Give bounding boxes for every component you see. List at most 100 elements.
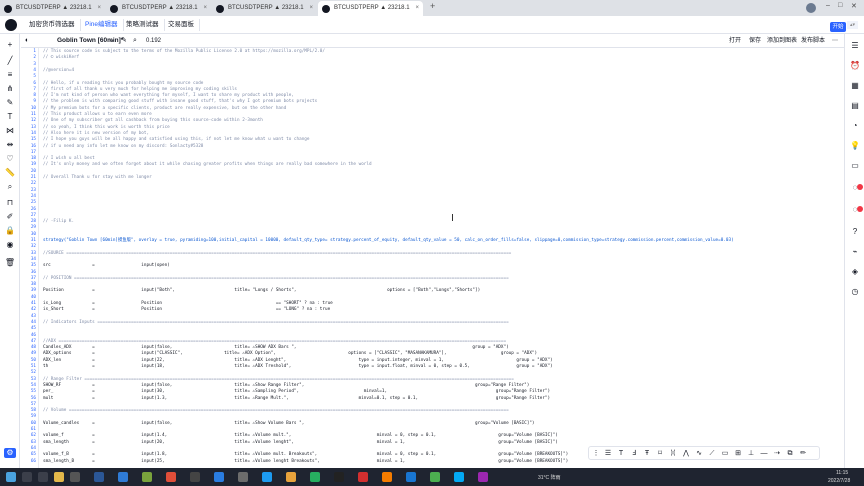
code-line[interactable]: strategy("Goblin Town [60min]摸鱼版", overl… — [43, 238, 734, 245]
add-to-chart-button[interactable]: 添加到图表 — [767, 36, 797, 46]
app-icon[interactable] — [238, 472, 248, 482]
app-icon[interactable] — [478, 472, 488, 482]
code-line[interactable]: sma_length = input(20, title= ⚠Volume le… — [43, 440, 558, 447]
watchlist-icon[interactable]: ☰ — [849, 40, 861, 51]
app-icon[interactable] — [382, 472, 392, 482]
app-icon[interactable] — [70, 472, 80, 482]
trend-line-icon[interactable]: ╱ — [4, 56, 16, 66]
file-explorer-icon[interactable] — [54, 472, 64, 482]
search-taskbar-icon[interactable] — [22, 472, 32, 482]
code-line[interactable]: mult = input(1.3, title= ⚠Range Mult.", … — [43, 396, 550, 403]
horizontal-lines-icon[interactable]: ≡ — [4, 70, 16, 80]
rectangle-icon[interactable]: ▭ — [720, 449, 730, 459]
tradingview-logo-icon[interactable] — [5, 19, 17, 31]
arrow-icon[interactable]: ⇢ — [772, 449, 782, 459]
close-window-icon[interactable]: ✕ — [851, 2, 857, 10]
code-line[interactable]: th = input(18, title= ⚠ADX Treshold", ty… — [43, 364, 553, 371]
lock-icon[interactable]: 🔒 — [4, 226, 16, 236]
heart-icon[interactable]: ♡ — [4, 154, 16, 164]
clock-date[interactable]: 2022/7/28 — [828, 478, 850, 484]
code-line[interactable]: // Overall Thank u for stay with me long… — [43, 175, 152, 182]
ideas-icon[interactable]: 💡 — [849, 140, 861, 151]
app-icon[interactable] — [166, 472, 176, 482]
version-label[interactable]: 0.192 — [146, 36, 161, 46]
browser-tab-1[interactable]: BTCUSDTPERP ▲ 23218.1 × — [0, 1, 105, 16]
browser-tab-2[interactable]: BTCUSDTPERP ▲ 23218.1 × — [106, 1, 211, 16]
code-line[interactable]: // POSITION ============================… — [43, 276, 509, 283]
pencil-icon[interactable]: ✏ — [798, 449, 808, 459]
text-label-icon[interactable]: Ŧ — [642, 449, 652, 459]
note-icon[interactable]: ⌑ — [655, 449, 665, 459]
draw-mode-icon[interactable]: ✐ — [4, 212, 16, 222]
app-icon[interactable] — [334, 472, 344, 482]
trash-icon[interactable]: 🗑 — [4, 258, 16, 268]
tab-pine-editor[interactable]: Pine编辑器 — [80, 19, 124, 31]
code-line[interactable]: // This source code is subject to the te… — [43, 49, 325, 56]
text-icon[interactable]: T — [616, 449, 626, 459]
code-line[interactable]: //@version=4 — [43, 68, 74, 75]
gauge-icon[interactable]: ◷ — [849, 286, 861, 297]
code-line[interactable]: //SOURCE ===============================… — [43, 251, 511, 258]
dropdown-chevron-icon[interactable]: ⌄ — [109, 36, 115, 46]
code-line[interactable]: Position = input("Both", title= "Longs /… — [43, 288, 480, 295]
close-icon[interactable]: × — [203, 1, 207, 16]
app-icon[interactable] — [406, 472, 416, 482]
app-icon[interactable] — [142, 472, 152, 482]
notifications-icon[interactable]: ◌ — [849, 204, 861, 215]
drag-handle-icon[interactable]: ⋮ — [591, 449, 601, 459]
close-icon[interactable]: × — [309, 1, 313, 16]
new-tab-button[interactable]: + — [430, 1, 435, 11]
horizontal-line-icon[interactable]: — — [759, 449, 769, 459]
measure-icon[interactable]: ⇹ — [4, 140, 16, 150]
code-line[interactable]: is_Short = Position == "LONG" ? na : tru… — [43, 307, 330, 314]
code-line[interactable]: src = input(open) — [43, 263, 170, 270]
close-icon[interactable]: × — [97, 1, 101, 16]
chat-icon[interactable]: ▭ — [849, 160, 861, 171]
pattern-xabcd-icon[interactable]: ᛞ — [668, 449, 678, 459]
help-icon[interactable]: ? — [849, 226, 861, 237]
edit-pencil-icon[interactable]: ✎ — [121, 36, 127, 46]
tab-strategy-tester[interactable]: 策略测试器 — [121, 19, 165, 31]
data-window-icon[interactable]: ▦ — [849, 80, 861, 91]
projection-icon[interactable]: ⊞ — [733, 449, 743, 459]
app-icon[interactable] — [190, 472, 200, 482]
brush-icon[interactable]: ✎ — [4, 98, 16, 108]
code-line[interactable]: // It's only money and we often forget a… — [43, 162, 372, 169]
crosshair-icon[interactable]: + — [4, 40, 16, 50]
code-line[interactable]: // if u need any info let me know on my … — [43, 144, 203, 151]
app-icon[interactable] — [358, 472, 368, 482]
ruler-icon[interactable]: 📏 — [4, 168, 16, 178]
ruler-tool-icon[interactable]: ⊥ — [746, 449, 756, 459]
pine-icon[interactable]: ⌁ — [849, 246, 861, 257]
zigzag-icon[interactable]: ∿ — [694, 449, 704, 459]
avatar[interactable] — [806, 3, 816, 13]
lines-icon[interactable]: ☰ — [603, 449, 613, 459]
zoom-icon[interactable]: ⌕ — [4, 182, 16, 192]
app-icon[interactable] — [310, 472, 320, 482]
code-line[interactable]: Volume_candles = input(false, title= ⚠Sh… — [43, 421, 535, 428]
browser-tab-4[interactable]: BTCUSDTPERP ▲ 23218.1 × — [318, 1, 423, 16]
task-view-icon[interactable] — [38, 472, 48, 482]
favorites-icon[interactable]: ⚙ — [4, 448, 16, 458]
streams-icon[interactable]: ◌ — [849, 182, 861, 193]
calendar-icon[interactable]: ◔ — [849, 120, 861, 131]
close-icon[interactable]: × — [415, 1, 419, 16]
maximize-icon[interactable]: □ — [838, 2, 842, 9]
alerts-icon[interactable]: ⏰ — [849, 60, 861, 71]
app-icon[interactable] — [286, 472, 296, 482]
app-icon[interactable] — [262, 472, 272, 482]
panel-toggle-icon[interactable]: ▴▾ — [846, 21, 858, 29]
app-icon[interactable] — [454, 472, 464, 482]
elliott-icon[interactable]: ⋀ — [681, 449, 691, 459]
code-line[interactable]: // © wiskiKerf — [43, 55, 79, 62]
code-editor[interactable]: 1 2 3 4 5 6 7 8 9 10 11 12 13 14 15 16 17 18 19 20 21 22 23 24 2… — [21, 48, 844, 468]
code-line[interactable]: // -Filip K. — [43, 219, 74, 226]
tab-crypto-screener[interactable]: 加密货币筛选器 — [24, 19, 81, 31]
pitchfork-icon[interactable]: ⋔ — [4, 84, 16, 94]
hotlist-icon[interactable]: ▤ — [849, 100, 861, 111]
code-line[interactable]: sma_length_B = input(25, title= ⚠Volume … — [43, 459, 568, 466]
shape-icon[interactable]: ⧉ — [785, 449, 795, 459]
publish-script-button[interactable]: 发布脚本 — [801, 36, 825, 46]
app-icon[interactable] — [118, 472, 128, 482]
app-icon[interactable] — [430, 472, 440, 482]
